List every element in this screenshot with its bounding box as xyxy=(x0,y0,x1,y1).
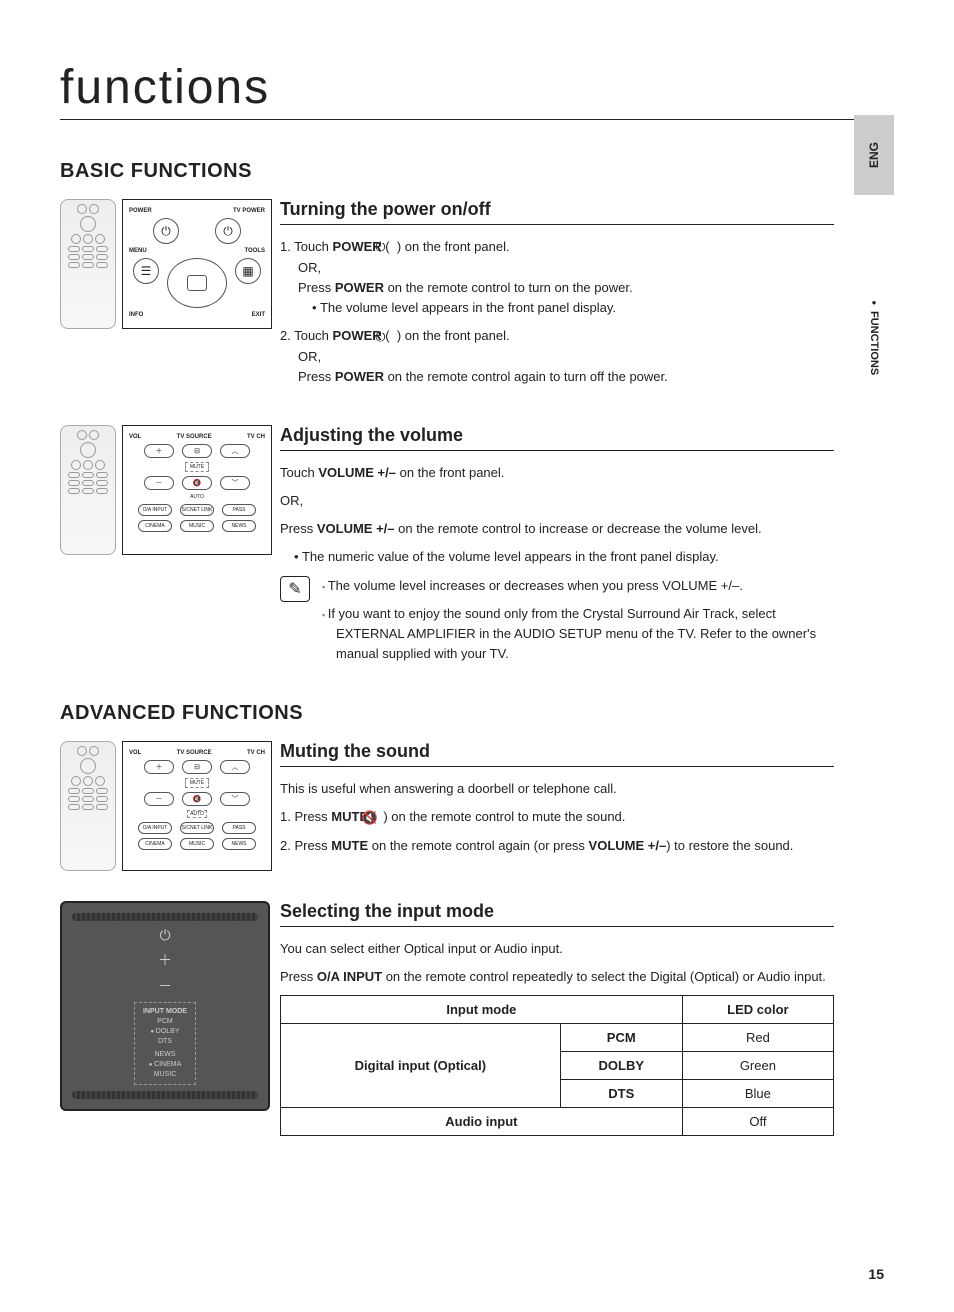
tv-power-icon: ⏻ xyxy=(215,218,241,244)
mute-icon: 🔇 xyxy=(182,476,212,490)
device-vol-down-icon: － xyxy=(158,976,172,996)
note-icon: ✎ xyxy=(280,576,310,602)
input-mode-table: Input mode LED color Digital input (Opti… xyxy=(280,995,834,1136)
volume-heading: Adjusting the volume xyxy=(280,425,834,451)
advanced-functions-heading: ADVANCED FUNCTIONS xyxy=(60,702,894,725)
device-power-icon: ⏻ xyxy=(159,927,170,944)
mute-heading: Muting the sound xyxy=(280,741,834,767)
volume-bullet: The numeric value of the volume level ap… xyxy=(294,547,834,567)
power-step-2: 2. Touch POWER ( ⏻ ) on the front panel.… xyxy=(280,326,834,387)
side-section-label: FUNCTIONS xyxy=(854,290,894,410)
mute-step-1: 1. Press MUTE ( 🔇 ) on the remote contro… xyxy=(280,807,834,828)
input-heading: Selecting the input mode xyxy=(280,901,834,927)
remote-diagram-power: POWERTV POWER ⏻ ⏻ MENUTOOLS ☰ ▦ INFOEXIT xyxy=(60,199,280,329)
remote-diagram-mute: VOLTV SOURCETV CH ＋⊟︿ MUTE －🔇﹀ AUTO O/A … xyxy=(60,741,280,871)
table-header-mode: Input mode xyxy=(281,996,683,1024)
volume-line1: Touch VOLUME +/– on the front panel. xyxy=(280,463,834,483)
remote-diagram-volume: VOLTV SOURCETV CH ＋⊟︿ MUTE －🔇﹀ AUTO O/A … xyxy=(60,425,280,555)
digital-input-label: Digital input (Optical) xyxy=(281,1024,561,1108)
power-bullet: The volume level appears in the front pa… xyxy=(312,298,834,318)
volume-line2: Press VOLUME +/– on the remote control t… xyxy=(280,519,834,539)
volume-note-1: The volume level increases or decreases … xyxy=(322,576,834,596)
tools-icon: ▦ xyxy=(235,258,261,284)
input-intro: You can select either Optical input or A… xyxy=(280,939,834,959)
menu-icon: ☰ xyxy=(133,258,159,284)
volume-note-2: If you want to enjoy the sound only from… xyxy=(322,604,834,664)
device-front-panel: ⏻ ＋ － INPUT MODE PCM DOLBY DTS NEWS CINE… xyxy=(60,901,270,1111)
device-vol-up-icon: ＋ xyxy=(158,950,172,970)
volume-or: OR, xyxy=(280,491,834,511)
power-icon: ⏻ xyxy=(153,218,179,244)
page-number: 15 xyxy=(868,1266,884,1282)
basic-functions-heading: BASIC FUNCTIONS xyxy=(60,160,894,183)
input-line: Press O/A INPUT on the remote control re… xyxy=(280,967,834,987)
table-header-led: LED color xyxy=(682,996,833,1024)
mute-icon: 🔇 xyxy=(182,792,212,806)
mute-step-2: 2. Press MUTE on the remote control agai… xyxy=(280,836,834,856)
language-tab: ENG xyxy=(854,115,894,195)
power-heading: Turning the power on/off xyxy=(280,199,834,225)
mute-intro: This is useful when answering a doorbell… xyxy=(280,779,834,799)
nav-pad xyxy=(167,258,227,308)
power-step-1: 1. Touch POWER ( ⏻ ) on the front panel.… xyxy=(280,237,834,318)
page-title: functions xyxy=(60,60,894,120)
